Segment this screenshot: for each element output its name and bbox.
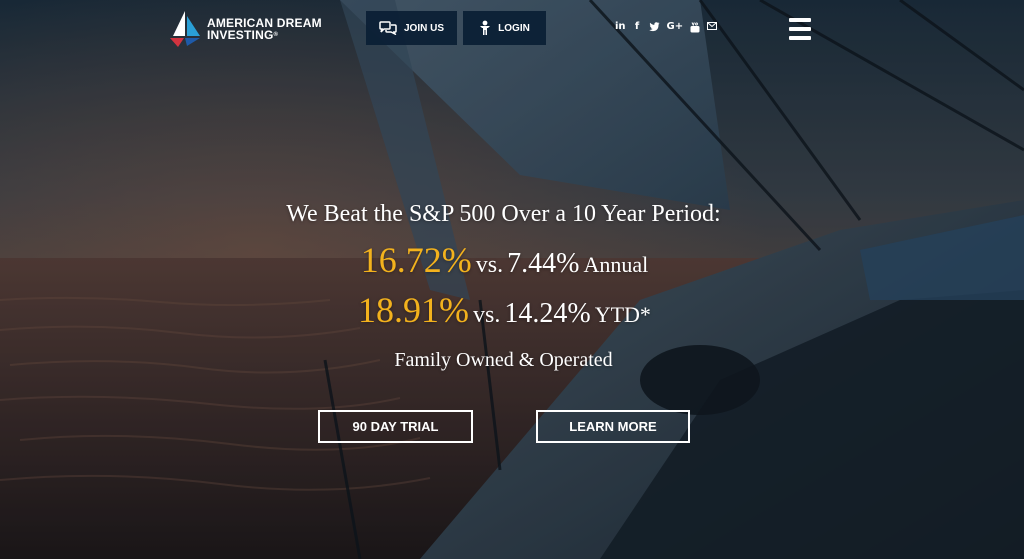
ytd-return-stat: 18.91% vs. 14.24% YTD* [0,288,1009,337]
annual-return-stat: 16.72% vs. 7.44% Annual [0,238,1009,287]
annual-benchmark-value: 7.44% [507,248,580,279]
join-us-label: JOIN US [403,22,444,34]
linkedin-icon[interactable]: in [615,20,626,34]
youtube-icon[interactable] [690,20,700,34]
brand-name-line2: INVESTING [207,28,274,42]
annual-return-value: 16.72% [360,240,472,280]
learn-more-button[interactable]: LEARN MORE [536,410,690,443]
hamburger-menu-icon[interactable] [789,18,811,40]
menu-bar [789,36,811,40]
social-links: in f G+ [615,20,718,34]
ytd-unit-label: YTD* [594,302,651,327]
annual-vs-label: vs. [475,252,504,278]
google-plus-icon[interactable]: G+ [667,20,684,34]
ytd-benchmark-value: 14.24% [504,298,591,329]
sailboat-logo-icon [170,11,200,47]
brand-logo[interactable]: AMERICAN DREAM INVESTING® [167,9,322,49]
hero-tagline: Family Owned & Operated [394,349,613,371]
facebook-icon[interactable]: f [633,20,642,34]
join-us-button[interactable]: JOIN US [366,11,457,45]
menu-bar [789,27,811,31]
twitter-icon[interactable] [648,20,660,34]
menu-bar [789,18,811,22]
brand-name: AMERICAN DREAM INVESTING® [207,17,322,41]
annual-unit-label: Annual [583,252,649,277]
chat-icon [379,21,397,35]
email-icon[interactable] [707,20,718,34]
person-icon [480,20,491,35]
trial-button[interactable]: 90 DAY TRIAL [318,410,473,443]
hero-headline: We Beat the S&P 500 Over a 10 Year Perio… [286,201,721,227]
ytd-vs-label: vs. [473,302,501,328]
login-label: LOGIN [498,22,530,34]
login-button[interactable]: LOGIN [463,11,546,45]
ytd-return-value: 18.91% [358,290,470,330]
registered-mark: ® [273,32,279,38]
